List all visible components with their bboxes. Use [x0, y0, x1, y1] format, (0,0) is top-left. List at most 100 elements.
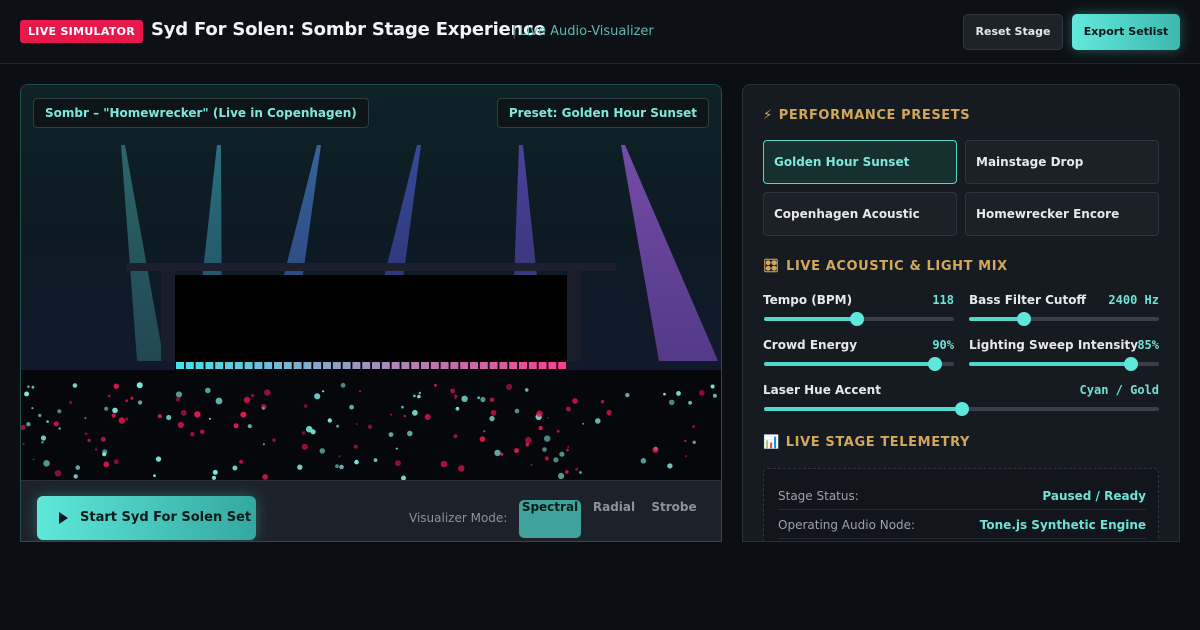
crowd-dot — [53, 421, 59, 427]
crowd-dot — [233, 423, 239, 429]
crowd-dot — [417, 394, 421, 399]
stage-pillar-left — [161, 271, 175, 361]
crowd-dot — [582, 422, 585, 425]
bass-filter-slider[interactable] — [969, 312, 1159, 326]
telemetry-heading-text: LIVE STAGE TELEMETRY — [785, 435, 971, 450]
mode-strobe-button[interactable]: Strobe — [645, 500, 703, 538]
telemetry-heading: 📊 LIVE STAGE TELEMETRY — [763, 435, 970, 450]
crowd-dot — [640, 458, 647, 464]
crowd-dot — [542, 447, 547, 452]
equalizer-bar — [372, 362, 380, 369]
crowd-dot — [685, 455, 688, 458]
bass-filter-slider-thumb[interactable] — [1017, 312, 1032, 326]
crowd-dot — [31, 385, 35, 389]
crowd-dot — [500, 452, 504, 456]
crowd-dot — [125, 399, 129, 403]
preset-homewrecker-encore[interactable]: Homewrecker Encore — [965, 192, 1159, 236]
crowd-dot — [455, 406, 460, 411]
tempo-slider-thumb[interactable] — [850, 312, 865, 326]
crowd-dot — [461, 395, 468, 402]
crowd-dot — [339, 464, 344, 470]
equalizer-bar — [264, 362, 273, 369]
crowd-energy-slider-thumb[interactable] — [928, 357, 942, 371]
live-mix-heading-text: LIVE ACOUSTIC & LIGHT MIX — [786, 259, 1008, 274]
live-simulator-badge: LIVE SIMULATOR — [20, 20, 144, 43]
crowd-dot — [458, 465, 465, 472]
crowd-dot — [373, 458, 378, 462]
crowd-dot — [684, 439, 687, 443]
preset-mainstage-drop[interactable]: Mainstage Drop — [965, 140, 1159, 184]
laser-hue-slider[interactable] — [764, 402, 1159, 416]
crowd-dot — [390, 413, 393, 416]
crowd-dot — [57, 409, 62, 414]
crowd-dot — [514, 448, 519, 454]
mode-radial-button[interactable]: Radial — [585, 500, 643, 538]
crowd-dot — [297, 464, 303, 470]
crowd-dot — [692, 425, 695, 428]
performance-presets-heading: ⚡ PERFORMANCE PRESETS — [763, 108, 970, 123]
crowd-dot — [514, 408, 520, 414]
laser-hue-slider-thumb[interactable] — [954, 402, 969, 416]
crowd-dot — [240, 411, 247, 418]
mode-spectral-button[interactable]: Spectral — [519, 500, 581, 538]
crowd-dot — [668, 399, 675, 406]
crowd-dot — [46, 420, 49, 423]
crowd-dot — [22, 442, 25, 445]
crowd-dot — [319, 448, 326, 454]
crowd-dot — [102, 452, 107, 457]
start-set-button[interactable]: Start Syd For Solen Set — [37, 496, 256, 540]
crowd-dot — [190, 431, 195, 437]
crowd-dot — [530, 464, 533, 466]
crowd-dot — [536, 410, 543, 417]
crowd-dot — [215, 397, 223, 405]
crowd-dot — [24, 391, 30, 397]
crowd-dot — [353, 444, 358, 449]
preset-copenhagen-acoustic[interactable]: Copenhagen Acoustic — [763, 192, 957, 236]
equalizer-bar — [244, 362, 253, 369]
tempo-slider[interactable] — [764, 312, 954, 326]
equalizer-bar — [391, 362, 400, 369]
crowd-dot — [692, 440, 696, 444]
crowd-dot — [72, 383, 78, 388]
tempo-slider-fill — [764, 317, 858, 321]
crowd-dot — [73, 474, 78, 479]
equalizer-bar — [450, 362, 459, 369]
crowd-dot — [118, 417, 126, 424]
crowd-dot — [84, 432, 88, 436]
equalizer-bar — [548, 362, 557, 369]
lighting-sweep-slider-thumb[interactable] — [1123, 357, 1138, 371]
control-panel: ⚡ PERFORMANCE PRESETS Golden Hour Sunset … — [742, 84, 1180, 542]
crowd-dot — [209, 417, 211, 420]
preset-golden-hour-sunset[interactable]: Golden Hour Sunset — [763, 140, 957, 184]
crowd-dot — [200, 429, 205, 434]
crowd-dot — [239, 459, 244, 464]
equalizer-bar — [509, 362, 518, 369]
crowd-dot — [544, 456, 550, 461]
equalizer-bar — [332, 362, 341, 369]
bass-filter-value: 2400 Hz — [1108, 293, 1159, 307]
reset-stage-button[interactable]: Reset Stage — [963, 14, 1063, 50]
crowd-dot — [606, 409, 612, 416]
crowd-dot — [477, 396, 481, 400]
crowd-dot — [412, 409, 418, 416]
crowd-dot — [490, 409, 497, 416]
equalizer-bar — [323, 362, 331, 369]
lighting-sweep-slider[interactable] — [969, 357, 1159, 371]
crowd-dot — [579, 471, 582, 474]
crowd-dot — [41, 441, 44, 444]
crowd-energy-slider[interactable] — [764, 357, 954, 371]
stage-status-key: Stage Status: — [778, 489, 859, 503]
telemetry-row: Stage Status: Paused / Ready — [778, 481, 1146, 510]
crowd-dot — [454, 397, 457, 400]
equalizer-bar — [430, 362, 439, 369]
crowd-dot — [108, 394, 111, 398]
export-setlist-button[interactable]: Export Setlist — [1072, 14, 1180, 50]
crowd-dot — [558, 472, 565, 480]
equalizer-bar — [528, 362, 537, 369]
crowd-dot — [262, 443, 265, 446]
crowd-dot — [314, 393, 321, 400]
equalizer-bar — [313, 362, 322, 369]
equalizer-bar — [381, 362, 390, 369]
led-screen — [175, 275, 567, 371]
bar-chart-icon: 📊 — [763, 435, 780, 450]
